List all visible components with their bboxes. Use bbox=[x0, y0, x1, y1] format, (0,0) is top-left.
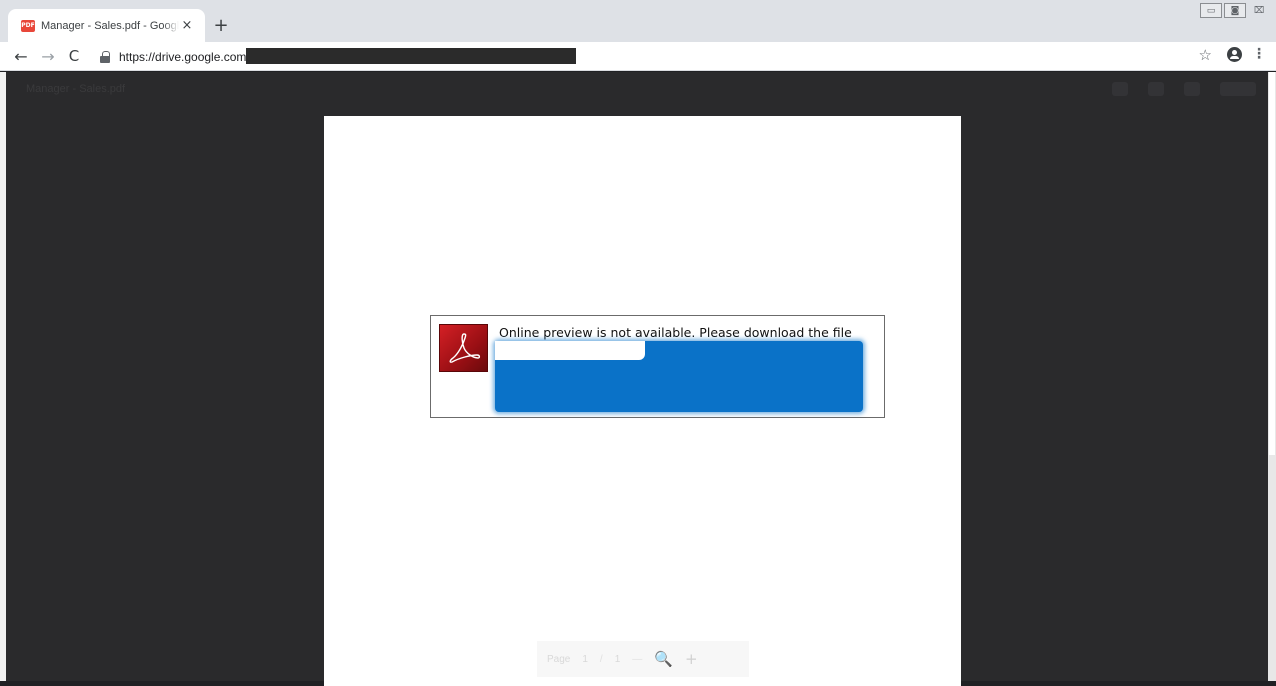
page-controls: Page 1 / 1 — 🔍 + bbox=[537, 641, 749, 677]
total-pages: 1 bbox=[614, 653, 621, 665]
profile-icon[interactable] bbox=[1227, 47, 1242, 62]
tab-close-icon[interactable]: × bbox=[179, 17, 195, 33]
viewer-left-edge bbox=[0, 72, 6, 681]
page-label: Page bbox=[547, 653, 571, 665]
zoom-icon[interactable]: 🔍 bbox=[654, 650, 673, 668]
lock-icon bbox=[100, 50, 110, 63]
url-text: https://drive.google.com/ bbox=[119, 49, 250, 64]
reload-button[interactable]: C bbox=[63, 45, 85, 67]
download-icon[interactable] bbox=[1148, 82, 1164, 96]
pdf-viewer: Manager - Sales.pdf Online preview is no… bbox=[0, 72, 1276, 686]
browser-toolbar: ← → C https://drive.google.com/ ☆ ⋮ bbox=[0, 42, 1276, 71]
current-page-input[interactable]: 1 bbox=[582, 654, 588, 665]
browser-tab-active[interactable]: PDF Manager - Sales.pdf - Google Drive × bbox=[8, 9, 205, 42]
bookmark-star-icon[interactable]: ☆ bbox=[1199, 46, 1212, 64]
scrollbar-thumb[interactable] bbox=[1269, 72, 1275, 455]
page-separator: / bbox=[599, 653, 603, 665]
viewer-scrollbar[interactable] bbox=[1268, 72, 1276, 681]
acrobat-icon bbox=[439, 324, 488, 372]
open-with-button[interactable] bbox=[1220, 82, 1256, 96]
source-link-redaction bbox=[495, 341, 863, 412]
url-redaction bbox=[246, 48, 576, 64]
zoom-out-button[interactable]: — bbox=[632, 654, 642, 665]
tab-strip: PDF Manager - Sales.pdf - Google Drive ×… bbox=[0, 0, 1276, 42]
print-icon[interactable] bbox=[1112, 82, 1128, 96]
more-actions-icon[interactable] bbox=[1184, 82, 1200, 96]
close-window-button[interactable]: ⌧ bbox=[1248, 3, 1270, 18]
viewer-header: Manager - Sales.pdf bbox=[6, 72, 1268, 108]
zoom-in-button[interactable]: + bbox=[685, 650, 698, 668]
address-bar[interactable]: https://drive.google.com/ bbox=[92, 45, 1182, 68]
preview-unavailable-notice: Online preview is not available. Please … bbox=[430, 315, 885, 418]
back-button[interactable]: ← bbox=[10, 45, 32, 67]
browser-menu-icon[interactable]: ⋮ bbox=[1252, 46, 1266, 62]
pdf-page: Online preview is not available. Please … bbox=[324, 116, 961, 686]
maximize-button[interactable]: ◙ bbox=[1224, 3, 1246, 18]
tab-title: Manager - Sales.pdf - Google Drive bbox=[41, 19, 179, 32]
pdf-favicon-icon: PDF bbox=[21, 19, 35, 32]
viewer-header-actions bbox=[1112, 82, 1256, 96]
new-tab-button[interactable]: + bbox=[211, 15, 231, 36]
minimize-button[interactable]: ▭ bbox=[1200, 3, 1222, 18]
window-controls: ▭ ◙ ⌧ bbox=[1198, 3, 1270, 18]
viewer-filename: Manager - Sales.pdf bbox=[26, 83, 126, 95]
forward-button[interactable]: → bbox=[37, 45, 59, 67]
